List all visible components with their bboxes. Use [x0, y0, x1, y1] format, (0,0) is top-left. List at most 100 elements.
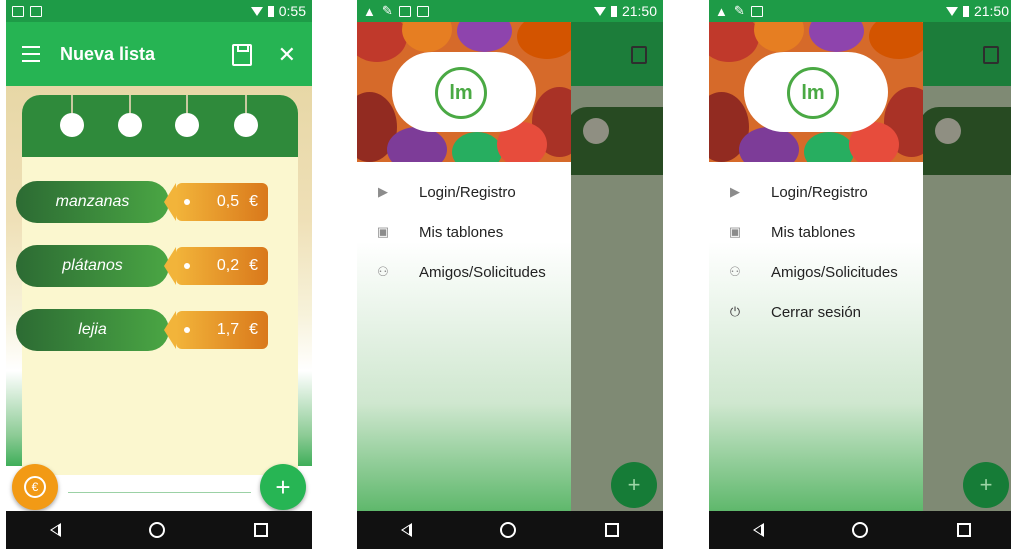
friends-icon: ⚇: [377, 264, 389, 279]
food-decoration: [809, 22, 864, 52]
menu-item-label: Amigos/Solicitudes: [419, 263, 546, 281]
wifi-icon: [250, 6, 263, 16]
euro-icon: €: [24, 476, 46, 498]
navigation-bar: [357, 511, 663, 549]
close-icon[interactable]: ✕: [278, 42, 296, 68]
menu-item-login[interactable]: ▶ Login/Registro: [709, 172, 923, 212]
battery-icon: [267, 5, 274, 17]
category-icon[interactable]: [234, 95, 258, 137]
recent-apps-icon[interactable]: [253, 523, 268, 537]
list-item[interactable]: manzanas 0,5 €: [16, 181, 268, 223]
save-icon: [631, 46, 647, 64]
person-icon: ▲: [715, 3, 728, 19]
wrench-icon: ✎: [733, 3, 745, 18]
mail-notification-icon: [416, 5, 429, 17]
price-value: 0,2: [216, 257, 240, 274]
menu-icon[interactable]: [22, 46, 40, 62]
card-header: [22, 95, 298, 157]
wifi-icon: [945, 6, 958, 16]
status-bar: ▲ ✎ 21:50: [709, 0, 1011, 22]
home-icon[interactable]: [852, 522, 869, 538]
food-decoration: [402, 22, 452, 52]
food-decoration: [457, 22, 512, 52]
divider: [68, 492, 251, 493]
image-notification-icon: [12, 5, 24, 17]
app-logo: lm: [787, 67, 839, 119]
power-icon: ⏻: [729, 304, 741, 319]
menu-item-label: Amigos/Solicitudes: [771, 263, 898, 281]
status-time: 21:50: [621, 3, 657, 19]
drawer-menu: ▶ Login/Registro ▣ Mis tablones ⚇ Amigos…: [357, 172, 571, 292]
price-tag[interactable]: 1,7 €: [164, 311, 268, 349]
tag-hole: [184, 327, 190, 333]
home-icon[interactable]: [500, 522, 517, 538]
menu-item-label: Cerrar sesión: [771, 303, 862, 321]
drawer-header: lm: [357, 22, 571, 162]
food-decoration: [452, 132, 502, 162]
status-time: 0:55: [278, 3, 306, 19]
menu-item-friends[interactable]: ⚇ Amigos/Solicitudes: [357, 252, 571, 292]
navigation-drawer: lm ▶ Login/Registro ▣ Mis tablones ⚇ Ami…: [709, 22, 923, 511]
phone-screen-drawer: ▲ ✎ 21:50 + lm ▶ Login/Registro ▣ Mis ta…: [357, 0, 663, 549]
recent-apps-icon[interactable]: [956, 523, 971, 537]
status-time: 21:50: [973, 3, 1009, 19]
save-icon[interactable]: [232, 44, 252, 66]
price-value: 0,5: [216, 193, 240, 210]
menu-item-label: Mis tablones: [419, 223, 504, 241]
recent-apps-icon[interactable]: [604, 523, 619, 537]
food-decoration: [739, 127, 799, 162]
menu-item-boards[interactable]: ▣ Mis tablones: [709, 212, 923, 252]
image-notification-icon: [398, 5, 411, 17]
menu-item-label: Login/Registro: [771, 183, 868, 201]
add-item-button[interactable]: +: [260, 464, 306, 510]
list-item[interactable]: plátanos 0,2 €: [16, 245, 268, 287]
person-icon: ▲: [363, 3, 376, 19]
battery-icon: [610, 5, 617, 17]
food-decoration: [517, 22, 571, 59]
list-item[interactable]: lejia 1,7 €: [16, 309, 268, 351]
price-tag[interactable]: 0,2 €: [164, 247, 268, 285]
menu-item-label: Mis tablones: [771, 223, 856, 241]
drawer-header: lm: [709, 22, 923, 162]
category-icon[interactable]: [118, 95, 142, 137]
category-icon: [583, 118, 609, 144]
item-name[interactable]: lejia: [16, 309, 169, 351]
food-decoration: [709, 22, 759, 62]
menu-item-logout[interactable]: ⏻ Cerrar sesión: [709, 292, 923, 332]
currency-symbol: €: [249, 321, 258, 338]
item-name[interactable]: manzanas: [16, 181, 169, 223]
food-decoration: [357, 22, 407, 62]
save-icon: [983, 46, 999, 64]
home-icon[interactable]: [149, 522, 166, 538]
phone-screen-drawer-logged-in: ▲ ✎ 21:50 + lm ▶ Login/Registro ▣ Mis ta…: [709, 0, 1011, 549]
item-name[interactable]: plátanos: [16, 245, 169, 287]
app-logo: lm: [435, 67, 487, 119]
category-icon[interactable]: [175, 95, 199, 137]
category-icon: [935, 118, 961, 144]
price-tag[interactable]: 0,5 €: [164, 183, 268, 221]
mail-notification-icon: [750, 5, 763, 17]
menu-item-login[interactable]: ▶ Login/Registro: [357, 172, 571, 212]
back-icon[interactable]: [50, 523, 62, 537]
board-icon: ▣: [728, 224, 742, 239]
menu-item-boards[interactable]: ▣ Mis tablones: [357, 212, 571, 252]
food-decoration: [869, 22, 923, 59]
currency-symbol: €: [249, 193, 258, 210]
mail-notification-icon: [30, 5, 42, 17]
euro-button[interactable]: €: [12, 464, 58, 510]
app-bar: Nueva lista ✕: [6, 22, 312, 86]
navigation-drawer: lm ▶ Login/Registro ▣ Mis tablones ⚇ Ami…: [357, 22, 571, 511]
navigation-bar: [6, 511, 312, 549]
send-icon: ▶: [730, 184, 740, 199]
menu-item-friends[interactable]: ⚇ Amigos/Solicitudes: [709, 252, 923, 292]
category-icon[interactable]: [60, 95, 84, 137]
phone-screen-list: 0:55 Nueva lista ✕ manzanas 0,5 € plátano…: [6, 0, 312, 549]
menu-item-label: Login/Registro: [419, 183, 516, 201]
status-bar: ▲ ✎ 21:50: [357, 0, 663, 22]
friends-icon: ⚇: [729, 264, 741, 279]
wrench-icon: ✎: [381, 3, 393, 18]
navigation-bar: [709, 511, 1011, 549]
back-icon[interactable]: [401, 523, 413, 537]
back-icon[interactable]: [753, 523, 765, 537]
send-icon: ▶: [378, 184, 388, 199]
